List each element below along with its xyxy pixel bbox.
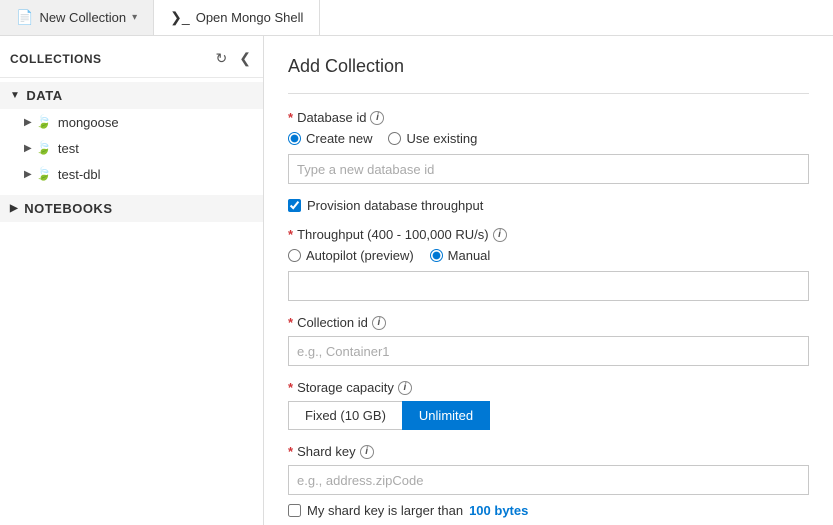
manual-radio-label[interactable]: Manual (430, 248, 491, 263)
throughput-label-text: Throughput (400 - 100,000 RU/s) (297, 227, 489, 242)
shard-required-star: * (288, 444, 293, 459)
throughput-group: * Throughput (400 - 100,000 RU/s) i Auto… (288, 227, 809, 301)
autopilot-label: Autopilot (preview) (306, 248, 414, 263)
database-id-radio-group: Create new Use existing (288, 131, 809, 146)
collection-required-star: * (288, 315, 293, 330)
manual-label: Manual (448, 248, 491, 263)
mongoose-chevron-icon: ▶ (24, 117, 32, 128)
throughput-value-input[interactable]: 400 (288, 271, 809, 301)
throughput-mode-radio-group: Autopilot (preview) Manual (288, 248, 809, 263)
storage-capacity-group: * Storage capacity i Fixed (10 GB) Unlim… (288, 380, 809, 430)
shard-size-checkbox-label[interactable]: My shard key is larger than 100 bytes (288, 503, 809, 518)
database-id-info-icon[interactable]: i (370, 111, 384, 125)
mongoose-label: mongoose (58, 115, 119, 130)
collections-title: COLLECTIONS (10, 52, 102, 66)
provision-checkbox[interactable] (288, 199, 301, 212)
list-item[interactable]: ▶ 🍃 test (0, 135, 263, 161)
storage-capacity-buttons: Fixed (10 GB) Unlimited (288, 401, 809, 430)
data-section-chevron-icon: ▼ (10, 90, 20, 101)
list-item[interactable]: ▶ 🍃 test-dbl (0, 161, 263, 187)
list-item[interactable]: ▶ 🍃 mongoose (0, 109, 263, 135)
shard-key-info-icon[interactable]: i (360, 445, 374, 459)
new-collection-button[interactable]: 📄 New Collection ▾ (0, 0, 154, 35)
shard-bytes-highlight: 100 bytes (469, 503, 528, 518)
test-db-icon: 🍃 (36, 140, 52, 156)
mongo-shell-icon: ❯_ (170, 9, 190, 26)
toolbar: 📄 New Collection ▾ ❯_ Open Mongo Shell (0, 0, 833, 36)
database-id-group: * Database id i Create new Use existing (288, 110, 809, 184)
storage-capacity-info-icon[interactable]: i (398, 381, 412, 395)
collection-id-label-text: Collection id (297, 315, 368, 330)
panel-divider (288, 93, 809, 94)
collection-id-label-row: * Collection id i (288, 315, 809, 330)
notebooks-chevron-icon: ▶ (10, 203, 18, 214)
throughput-required-star: * (288, 227, 293, 242)
use-existing-radio[interactable] (388, 132, 401, 145)
panel-title: Add Collection (288, 56, 809, 77)
storage-capacity-label-text: Storage capacity (297, 380, 394, 395)
collection-id-group: * Collection id i (288, 315, 809, 366)
autopilot-radio[interactable] (288, 249, 301, 262)
database-id-label-row: * Database id i (288, 110, 809, 125)
test-label: test (58, 141, 79, 156)
shard-key-input[interactable] (288, 465, 809, 495)
database-id-input[interactable] (288, 154, 809, 184)
storage-required-star: * (288, 380, 293, 395)
sidebar: COLLECTIONS ↻ ❮ ▼ DATA ▶ 🍃 mongoose ▶ 🍃 … (0, 36, 264, 525)
create-new-label: Create new (306, 131, 372, 146)
sidebar-icons: ↻ ❮ (214, 48, 253, 69)
throughput-info-icon[interactable]: i (493, 228, 507, 242)
fixed-storage-button[interactable]: Fixed (10 GB) (288, 401, 402, 430)
shard-checkbox-text: My shard key is larger than (307, 503, 463, 518)
refresh-icon[interactable]: ↻ (214, 48, 230, 69)
autopilot-radio-label[interactable]: Autopilot (preview) (288, 248, 414, 263)
provision-label: Provision database throughput (307, 198, 483, 213)
data-section: ▼ DATA ▶ 🍃 mongoose ▶ 🍃 test ▶ 🍃 test-db… (0, 78, 263, 191)
shard-key-label-text: Shard key (297, 444, 356, 459)
storage-capacity-label-row: * Storage capacity i (288, 380, 809, 395)
collection-id-input[interactable] (288, 336, 809, 366)
test-chevron-icon: ▶ (24, 143, 32, 154)
new-collection-icon: 📄 (16, 9, 33, 26)
new-collection-chevron-icon: ▾ (132, 12, 137, 23)
sidebar-header: COLLECTIONS ↻ ❮ (0, 36, 263, 78)
collection-id-info-icon[interactable]: i (372, 316, 386, 330)
provision-checkbox-label[interactable]: Provision database throughput (288, 198, 809, 213)
testdbl-label: test-dbl (58, 167, 101, 182)
testdbl-chevron-icon: ▶ (24, 169, 32, 180)
collapse-icon[interactable]: ❮ (237, 48, 253, 69)
shard-key-group: * Shard key i My shard key is larger tha… (288, 444, 809, 518)
throughput-label-row: * Throughput (400 - 100,000 RU/s) i (288, 227, 809, 242)
use-existing-label: Use existing (406, 131, 477, 146)
open-mongo-shell-label: Open Mongo Shell (196, 10, 304, 25)
testdbl-db-icon: 🍃 (36, 166, 52, 182)
create-new-radio[interactable] (288, 132, 301, 145)
main-content: COLLECTIONS ↻ ❮ ▼ DATA ▶ 🍃 mongoose ▶ 🍃 … (0, 36, 833, 525)
shard-key-label-row: * Shard key i (288, 444, 809, 459)
open-mongo-shell-button[interactable]: ❯_ Open Mongo Shell (154, 0, 320, 35)
data-section-header[interactable]: ▼ DATA (0, 82, 263, 109)
data-section-label: DATA (26, 88, 62, 103)
create-new-radio-label[interactable]: Create new (288, 131, 372, 146)
use-existing-radio-label[interactable]: Use existing (388, 131, 477, 146)
notebooks-section-label: NOTEBOOKS (24, 201, 112, 216)
new-collection-label: New Collection (39, 10, 126, 25)
mongoose-db-icon: 🍃 (36, 114, 52, 130)
notebooks-section: ▶ NOTEBOOKS (0, 191, 263, 226)
notebooks-section-header[interactable]: ▶ NOTEBOOKS (0, 195, 263, 222)
add-collection-panel: Add Collection * Database id i Create ne… (264, 36, 833, 525)
shard-size-checkbox[interactable] (288, 504, 301, 517)
required-star: * (288, 110, 293, 125)
manual-radio[interactable] (430, 249, 443, 262)
database-id-label-text: Database id (297, 110, 366, 125)
unlimited-storage-button[interactable]: Unlimited (402, 401, 490, 430)
